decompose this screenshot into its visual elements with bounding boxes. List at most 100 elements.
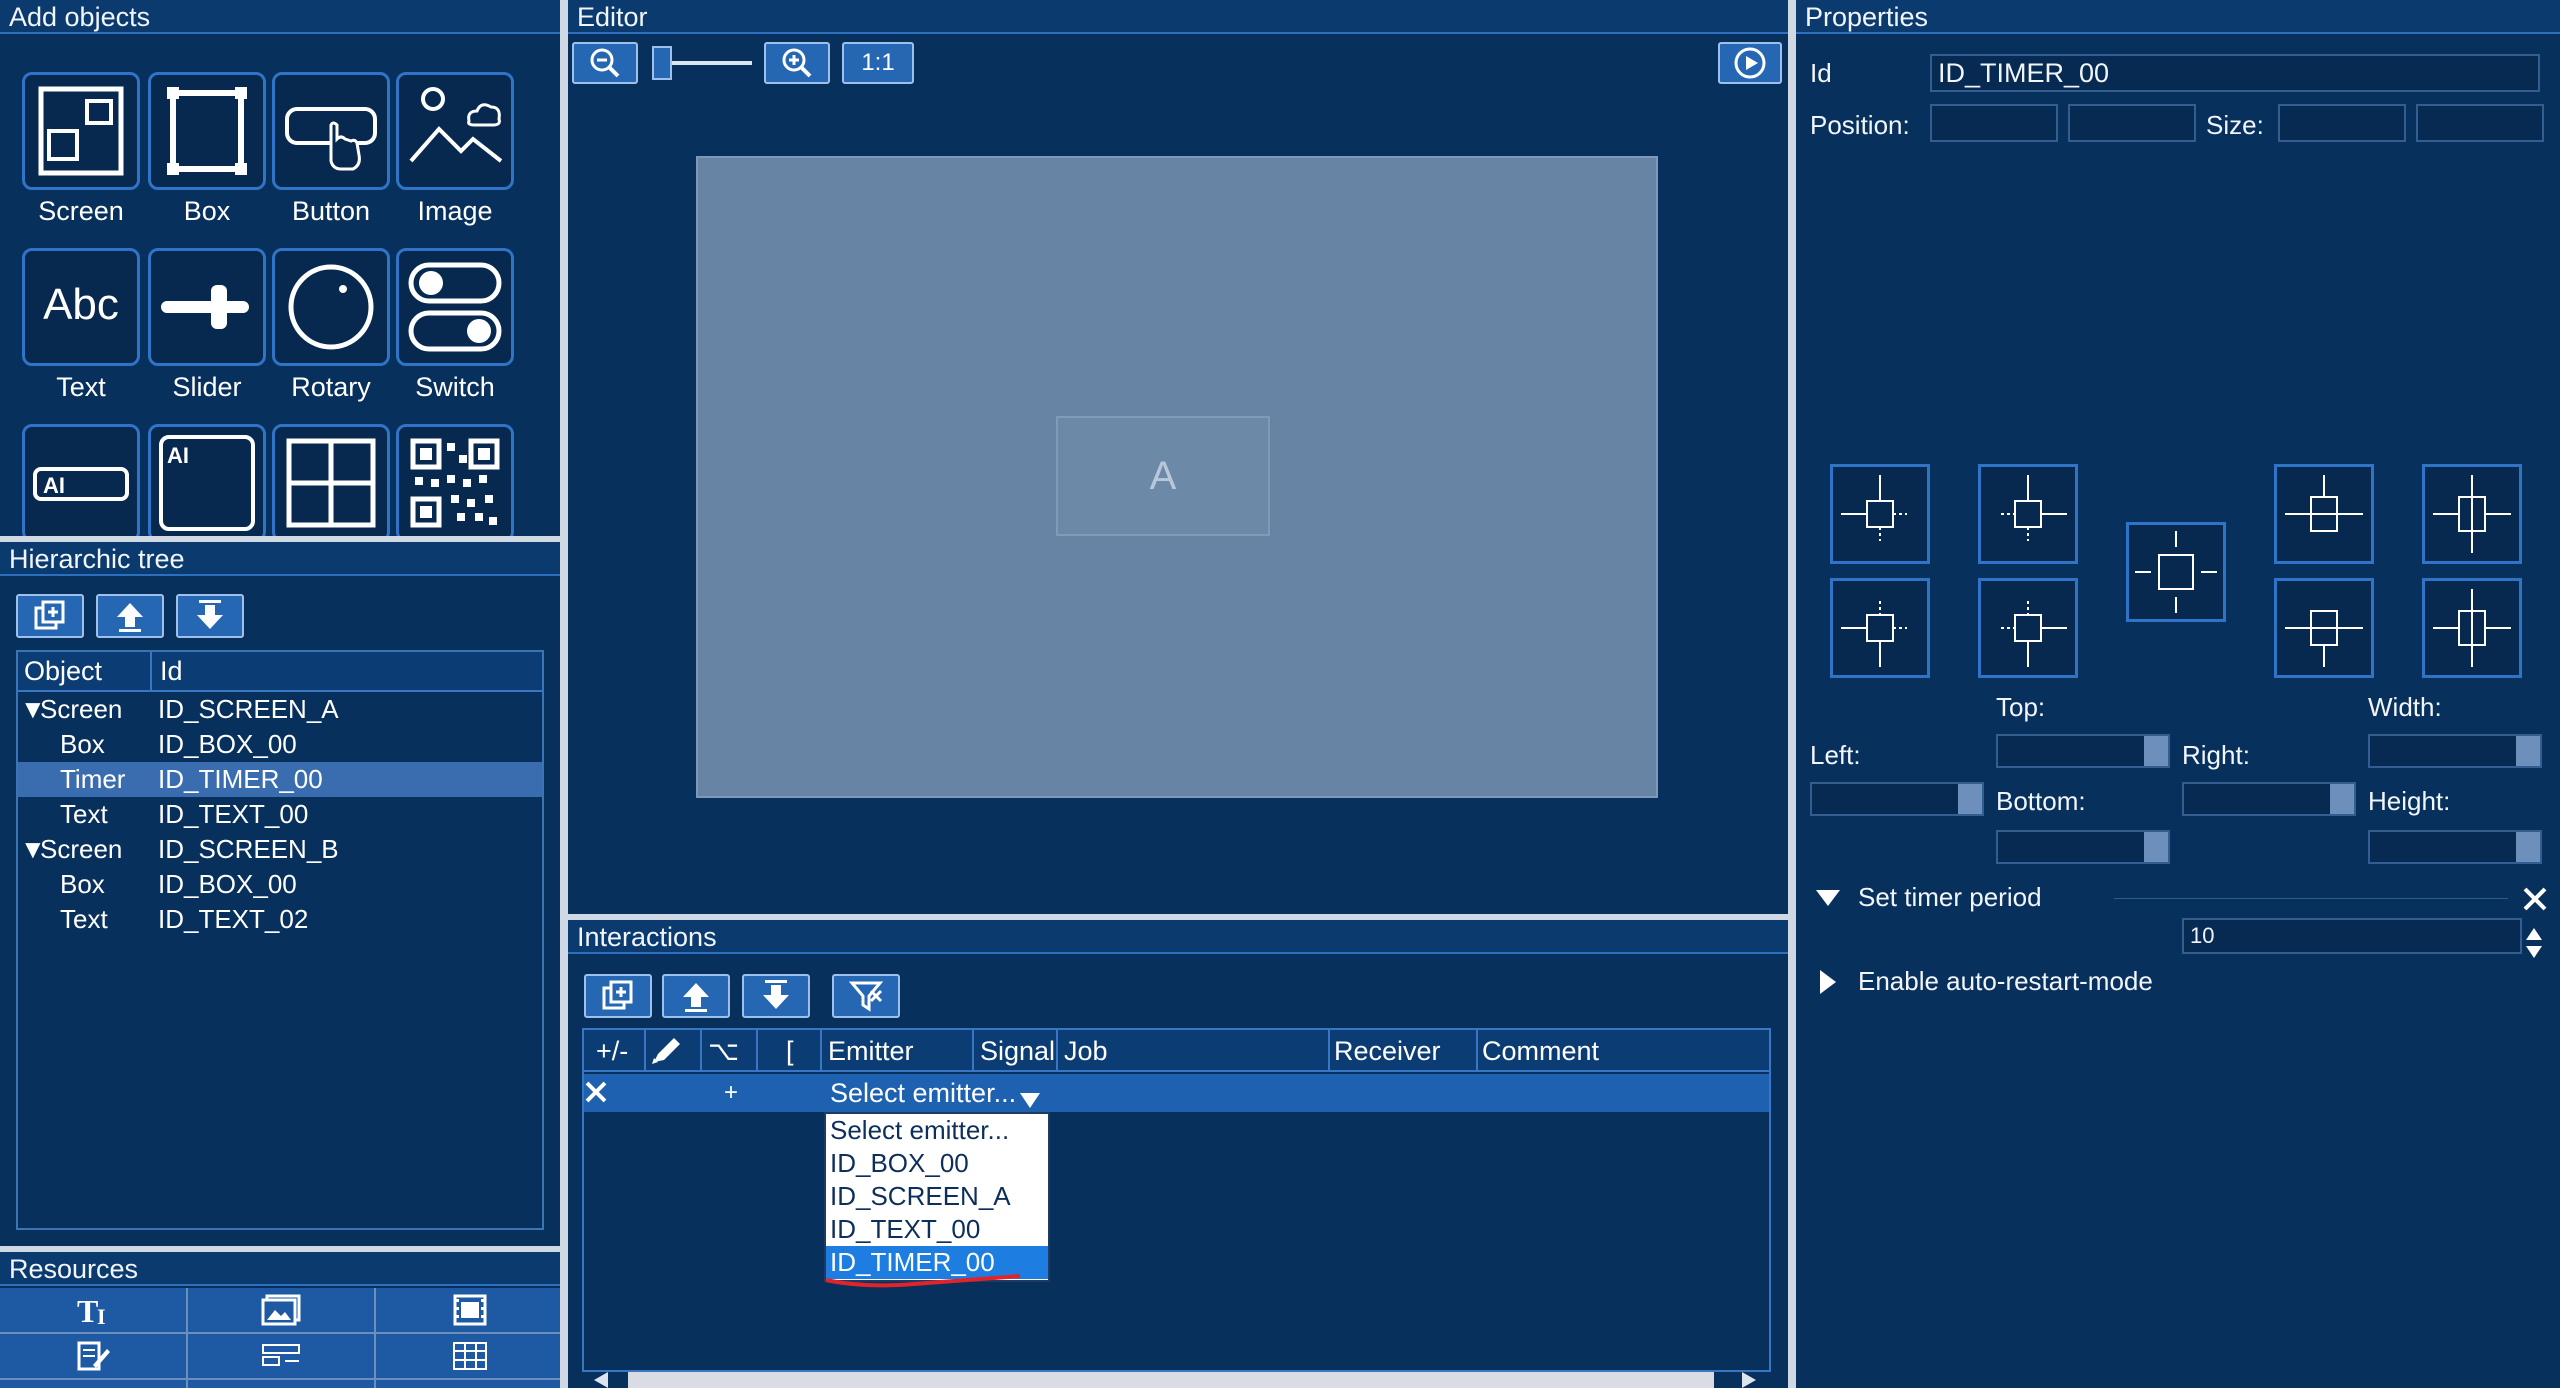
- arrow-up-icon: [117, 603, 143, 632]
- left-label: Left:: [1810, 740, 1861, 770]
- add-qr-code-button[interactable]: [396, 424, 514, 542]
- tree-row[interactable]: Text ID_TEXT_00: [18, 797, 542, 832]
- zoom-in-button[interactable]: [764, 42, 830, 84]
- zoom-slider[interactable]: [652, 46, 752, 80]
- add-rotary-button[interactable]: Rotary: [272, 248, 390, 403]
- remove-action-icon[interactable]: [2522, 886, 2548, 917]
- delete-row-icon[interactable]: [584, 1074, 608, 1110]
- tree-row[interactable]: Text ID_TEXT_02: [18, 902, 542, 937]
- condition-icon[interactable]: ⌥: [708, 1030, 739, 1072]
- dropdown-option[interactable]: ID_SCREEN_A: [826, 1180, 1048, 1213]
- emitter-select[interactable]: Select emitter...: [826, 1074, 1046, 1112]
- tree-row[interactable]: ▼ Screen ID_SCREEN_B: [18, 832, 542, 867]
- resource-fonts-button[interactable]: TI: [0, 1288, 186, 1332]
- zoom-slider-handle[interactable]: [652, 46, 672, 80]
- height-field[interactable]: [2368, 830, 2542, 864]
- resource-images-button[interactable]: [188, 1288, 374, 1332]
- canvas-text-object[interactable]: A: [1056, 416, 1270, 536]
- anchor-top-left-button[interactable]: [1830, 464, 1930, 564]
- id-field[interactable]: ID_TIMER_00: [1930, 54, 2540, 92]
- add-ai-input-button[interactable]: AI: [22, 424, 140, 542]
- resource-tables-button[interactable]: [376, 1334, 564, 1378]
- position-x-field[interactable]: [1930, 104, 2058, 142]
- dropdown-option[interactable]: Select emitter...: [826, 1114, 1048, 1147]
- spin-up-icon[interactable]: [2524, 919, 2544, 940]
- dropdown-option[interactable]: ID_BOX_00: [826, 1147, 1048, 1180]
- zoom-reset-button[interactable]: 1:1: [842, 42, 914, 84]
- add-image-button[interactable]: Image: [396, 72, 514, 227]
- tree-move-up-button[interactable]: [96, 594, 164, 638]
- text-abc-icon: Abc: [43, 280, 119, 329]
- anchor-left-stretch-button[interactable]: [2422, 464, 2522, 564]
- dropdown-option[interactable]: ID_TEXT_00: [826, 1213, 1048, 1246]
- resource-texts-button[interactable]: [0, 1334, 186, 1378]
- interactions-header: +/- ⌥ [ Emitter Signal Job Receiver Comm…: [584, 1030, 1769, 1072]
- col-signal[interactable]: Signal: [980, 1030, 1055, 1072]
- properties-title: Properties: [1796, 0, 2560, 34]
- col-job[interactable]: Job: [1064, 1030, 1108, 1072]
- anchor-top-right-button[interactable]: [1978, 464, 2078, 564]
- add-grid-button[interactable]: [272, 424, 390, 542]
- interaction-row[interactable]: + Select emitter...: [584, 1074, 1769, 1112]
- top-field[interactable]: [1996, 734, 2170, 768]
- right-field[interactable]: [2182, 782, 2356, 816]
- anchor-bottom-stretch-button[interactable]: [2274, 578, 2374, 678]
- anchor-bottom-left-button[interactable]: [1830, 578, 1930, 678]
- tree-row[interactable]: ▼ Screen ID_SCREEN_A: [18, 692, 542, 727]
- tree-row[interactable]: Box ID_BOX_00: [18, 867, 542, 902]
- bottom-field[interactable]: [1996, 830, 2170, 864]
- edit-pencil-icon[interactable]: [650, 1036, 684, 1078]
- vertical-splitter-right[interactable]: [1788, 0, 1796, 1388]
- col-plus-minus[interactable]: +/-: [596, 1030, 628, 1072]
- scroll-right-arrow-icon[interactable]: [1742, 1372, 1756, 1388]
- add-box-button[interactable]: Box: [148, 72, 266, 227]
- anchor-bottom-right-button[interactable]: [1978, 578, 2078, 678]
- add-text-button[interactable]: Abc Text: [22, 248, 140, 403]
- add-condition-cell[interactable]: +: [724, 1074, 738, 1112]
- col-bracket[interactable]: [: [786, 1030, 794, 1072]
- collapse-arrow-icon[interactable]: [1816, 888, 1840, 913]
- document-edit-icon: [77, 1341, 110, 1371]
- anchor-right-stretch-button[interactable]: [2422, 578, 2522, 678]
- col-emitter[interactable]: Emitter: [828, 1030, 914, 1072]
- tree-row[interactable]: Box ID_BOX_00: [18, 727, 542, 762]
- interaction-add-button[interactable]: [584, 974, 652, 1018]
- size-height-field[interactable]: [2416, 104, 2544, 142]
- tree-row-selected[interactable]: Timer ID_TIMER_00: [18, 762, 542, 797]
- tree-col-id[interactable]: Id: [152, 652, 183, 690]
- tree-col-object[interactable]: Object: [18, 652, 152, 690]
- anchor-top-stretch-button[interactable]: [2274, 464, 2374, 564]
- tree-view[interactable]: Object Id ▼ Screen ID_SCREEN_A Box ID_BO…: [16, 650, 544, 1230]
- width-field[interactable]: [2368, 734, 2542, 768]
- anchor-stretch-icon: [2433, 589, 2511, 667]
- add-slider-button[interactable]: Slider: [148, 248, 266, 403]
- size-width-field[interactable]: [2278, 104, 2406, 142]
- col-comment[interactable]: Comment: [1482, 1030, 1599, 1072]
- interaction-filter-button[interactable]: [832, 974, 900, 1018]
- resource-videos-button[interactable]: [376, 1288, 564, 1332]
- scroll-left-arrow-icon[interactable]: [594, 1372, 608, 1388]
- add-ai-textbox-button[interactable]: AI: [148, 424, 266, 542]
- add-screen-button[interactable]: Screen: [22, 72, 140, 227]
- vertical-splitter-left[interactable]: [560, 0, 568, 1388]
- interaction-move-down-button[interactable]: [742, 974, 810, 1018]
- interactions-horizontal-scrollbar[interactable]: [628, 1372, 1714, 1388]
- run-preview-button[interactable]: [1718, 42, 1782, 84]
- interactions-table[interactable]: +/- ⌥ [ Emitter Signal Job Receiver Comm…: [582, 1028, 1771, 1372]
- add-switch-button[interactable]: Switch: [396, 248, 514, 403]
- emitter-dropdown-list[interactable]: Select emitter... ID_BOX_00 ID_SCREEN_A …: [824, 1112, 1050, 1282]
- qr-code-icon: [410, 438, 500, 528]
- timer-period-spinbox[interactable]: 10: [2182, 918, 2542, 958]
- zoom-out-button[interactable]: [572, 42, 638, 84]
- tree-move-down-button[interactable]: [176, 594, 244, 638]
- tree-add-button[interactable]: [16, 594, 84, 638]
- expand-arrow-icon[interactable]: [1818, 970, 1836, 999]
- add-button-button[interactable]: Button: [272, 72, 390, 227]
- resource-variables-button[interactable]: [188, 1334, 374, 1378]
- interaction-move-up-button[interactable]: [662, 974, 730, 1018]
- position-y-field[interactable]: [2068, 104, 2196, 142]
- left-field[interactable]: [1810, 782, 1984, 816]
- col-receiver[interactable]: Receiver: [1334, 1030, 1441, 1072]
- anchor-center-button[interactable]: [2126, 522, 2226, 622]
- spin-down-icon[interactable]: [2524, 937, 2544, 958]
